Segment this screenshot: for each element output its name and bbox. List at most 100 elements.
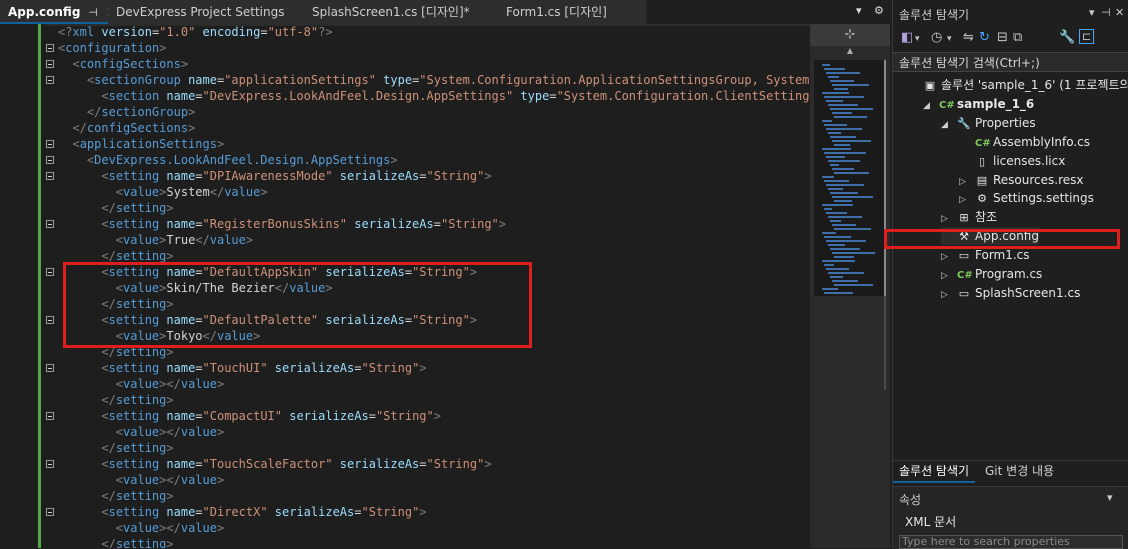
code-line[interactable]: <DevExpress.LookAndFeel.Design.AppSettin…	[58, 152, 398, 168]
expand-arrow-icon[interactable]: ▷	[941, 210, 951, 228]
expand-arrow-icon[interactable]: ◢	[941, 116, 951, 134]
code-line[interactable]: </setting>	[58, 200, 173, 216]
solution-search-input[interactable]: 솔루션 탐색기 검색(Ctrl+;)	[893, 52, 1128, 72]
tree-item[interactable]: ◢ C# sample_1_6	[923, 95, 1034, 113]
minimap-line	[824, 68, 845, 70]
tab-splashscreen1-designer[interactable]: SplashScreen1.cs [디자인]*	[304, 0, 498, 24]
properties-search-input[interactable]: Type here to search properties	[899, 535, 1123, 549]
tree-item[interactable]: ▷ ▭ SplashScreen1.cs	[941, 284, 1080, 302]
minimap-viewport[interactable]	[814, 60, 884, 296]
close-icon[interactable]: ✕	[1115, 6, 1124, 19]
tree-item[interactable]: ▯ licenses.licx	[959, 152, 1065, 170]
code-line[interactable]: </setting>	[58, 536, 173, 548]
expand-arrow-icon[interactable]: ▷	[941, 248, 951, 266]
code-line[interactable]: <setting name="CompactUI" serializeAs="S…	[58, 408, 441, 424]
code-line[interactable]: <configuration>	[58, 40, 166, 56]
vs-icon[interactable]: ◧	[901, 30, 913, 45]
code-line[interactable]: <value></value>	[58, 520, 224, 536]
code-line[interactable]: <section name="DevExpress.LookAndFeel.De…	[58, 88, 810, 104]
tree-item[interactable]: ▷ ▤ Resources.resx	[959, 171, 1084, 189]
fold-toggle-icon[interactable]	[46, 60, 54, 68]
code-token: >	[166, 249, 174, 263]
history-icon[interactable]: ◷	[931, 30, 942, 45]
scroll-thumb[interactable]	[884, 60, 886, 296]
code-line[interactable]: <value>System</value>	[58, 184, 268, 200]
expand-arrow-icon[interactable]: ▷	[959, 173, 969, 191]
code-token: <	[101, 361, 109, 375]
code-line[interactable]: </configSections>	[58, 120, 195, 136]
code-line[interactable]: </setting>	[58, 392, 173, 408]
fold-toggle-icon[interactable]	[46, 460, 54, 468]
code-token: >	[216, 137, 225, 151]
fold-toggle-icon[interactable]	[46, 172, 54, 180]
code-token: <	[101, 457, 109, 471]
fold-toggle-icon[interactable]	[46, 508, 54, 516]
preview-icon[interactable]: ⊏	[1079, 29, 1095, 44]
dropdown-icon[interactable]: ▾	[1107, 491, 1113, 504]
scroll-up-icon[interactable]: ▲	[810, 46, 890, 60]
code-token: xml	[72, 25, 95, 39]
fold-toggle-icon[interactable]	[46, 156, 54, 164]
code-line[interactable]: <value>True</value>	[58, 232, 253, 248]
refresh-icon[interactable]: ↻	[979, 30, 990, 45]
tree-item[interactable]: ▷ ⊞ 참조	[941, 208, 997, 226]
fold-toggle-icon[interactable]	[46, 412, 54, 420]
code-editor[interactable]: App.config⊣✕ DevExpress Project Settings…	[0, 0, 890, 548]
code-line[interactable]: </setting>	[58, 488, 173, 504]
gear-icon[interactable]: ⚙	[874, 4, 884, 17]
fold-toggle-icon[interactable]	[46, 44, 54, 52]
tree-item[interactable]: C# AssemblyInfo.cs	[959, 133, 1090, 151]
code-token: </	[101, 537, 116, 548]
code-token: >	[498, 217, 506, 231]
collapse-all-icon[interactable]: ⊟	[997, 30, 1008, 45]
fold-toggle-icon[interactable]	[46, 140, 54, 148]
code-line[interactable]: <setting name="DPIAwarenessMode" seriali…	[58, 168, 491, 184]
tree-item[interactable]: ▷ C# Program.cs	[941, 265, 1042, 283]
fold-toggle-icon[interactable]	[46, 316, 54, 324]
code-token: >	[216, 377, 225, 391]
dropdown-icon[interactable]: ▾	[915, 34, 920, 44]
code-line[interactable]: <applicationSettings>	[58, 136, 224, 152]
dropdown-icon[interactable]: ▾	[947, 34, 952, 44]
expand-arrow-icon[interactable]: ▷	[941, 286, 951, 304]
code-line[interactable]: <setting name="RegisterBonusSkins" seria…	[58, 216, 506, 232]
tab-app-config[interactable]: App.config⊣✕	[0, 0, 116, 25]
split-icon[interactable]: ⊹	[810, 24, 890, 46]
expand-arrow-icon[interactable]: ◢	[923, 97, 933, 115]
tree-item[interactable]: ◢ 🔧 Properties	[941, 114, 1036, 132]
tab-form1-designer[interactable]: Form1.cs [디자인]	[498, 0, 646, 24]
code-line[interactable]: <value></value>	[58, 472, 224, 488]
code-line[interactable]: <sectionGroup name="applicationSettings"…	[58, 72, 810, 88]
code-line[interactable]: <setting name="DirectX" serializeAs="Str…	[58, 504, 426, 520]
code-line[interactable]: <setting name="TouchScaleFactor" seriali…	[58, 456, 491, 472]
code-line[interactable]: </sectionGroup>	[58, 104, 195, 120]
tree-item[interactable]: ▷ ⚙ Settings.settings	[959, 189, 1094, 207]
tab-dropdown-icon[interactable]: ▾	[856, 4, 862, 17]
wrench-icon[interactable]: 🔧	[1059, 30, 1075, 45]
code-line[interactable]: <?xml version="1.0" encoding="utf-8"?>	[58, 24, 333, 40]
fold-toggle-icon[interactable]	[46, 364, 54, 372]
tab-git-changes[interactable]: Git 변경 내용	[979, 461, 1060, 481]
code-line[interactable]: <setting name="TouchUI" serializeAs="Str…	[58, 360, 426, 376]
tab-devexpress-project-settings[interactable]: DevExpress Project Settings	[108, 0, 304, 24]
code-line[interactable]: <value></value>	[58, 424, 224, 440]
tree-item-label: Resources.resx	[993, 172, 1084, 187]
code-line[interactable]: <configSections>	[58, 56, 188, 72]
properties-panel: 속성 ▾ XML 문서 Type here to search properti…	[893, 486, 1128, 549]
tree-item[interactable]: ▣ 솔루션 'sample_1_6' (1 프로젝트의 1	[907, 76, 1128, 94]
dropdown-icon[interactable]: ▾	[1089, 6, 1095, 19]
minimap-scrollbar[interactable]: ⊹ ▲	[810, 24, 890, 548]
pin-icon[interactable]: ⊣	[1101, 6, 1111, 19]
code-line[interactable]: <value></value>	[58, 376, 224, 392]
expand-arrow-icon[interactable]: ▷	[941, 267, 951, 285]
fold-toggle-icon[interactable]	[46, 220, 54, 228]
tab-solution-explorer[interactable]: 솔루션 탐색기	[893, 461, 976, 483]
sync-icon[interactable]: ⇋	[963, 30, 974, 45]
fold-toggle-icon[interactable]	[46, 76, 54, 84]
copy-icon[interactable]: ⧉	[1013, 30, 1022, 45]
fold-toggle-icon[interactable]	[46, 268, 54, 276]
expand-arrow-icon[interactable]: ▷	[959, 191, 969, 209]
code-line[interactable]: </setting>	[58, 440, 173, 456]
pin-icon[interactable]: ⊣	[88, 1, 98, 25]
